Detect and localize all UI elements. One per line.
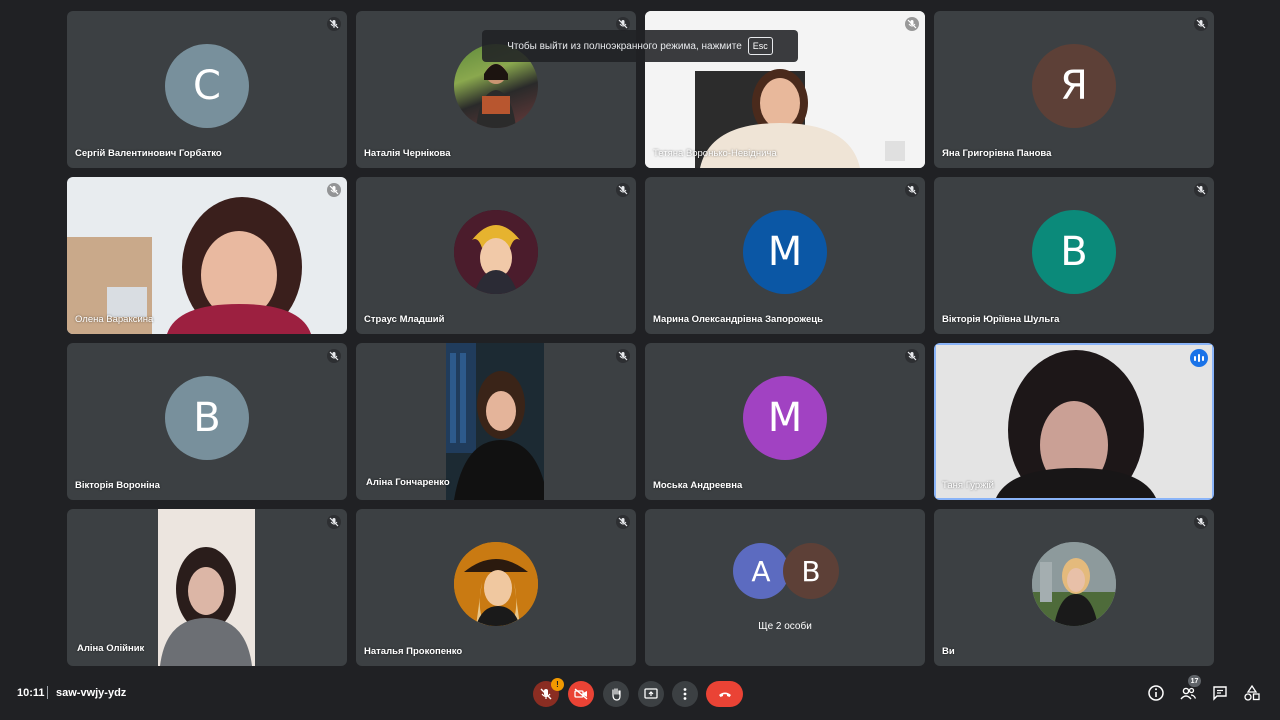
participant-name: Вікторія Вороніна: [75, 480, 160, 491]
chat-icon: [1213, 686, 1227, 701]
participant-name: Аліна Олійник: [77, 643, 145, 654]
participant-video: [936, 345, 1212, 498]
participant-name: Моська Андреевна: [653, 480, 743, 491]
participant-tile[interactable]: С Сергій Валентинович Горбатко: [67, 11, 347, 168]
mic-off-icon: [905, 17, 919, 31]
avatar: В: [165, 375, 249, 460]
participant-tile-speaking[interactable]: Таня Гуржій: [934, 343, 1214, 500]
participant-name: Страус Младший: [364, 314, 445, 325]
divider: [47, 686, 48, 699]
mic-off-icon: [616, 515, 630, 529]
more-vert-icon: [683, 688, 687, 700]
mic-warning-badge: !: [551, 678, 564, 691]
hand-icon: [612, 688, 621, 701]
info-icon: [1148, 685, 1164, 701]
chat-button[interactable]: [1211, 684, 1229, 702]
participant-name: Марина Олександрівна Запорожець: [653, 314, 823, 325]
camera-off-icon: [574, 688, 588, 700]
participant-tile[interactable]: М Марина Олександрівна Запорожець: [645, 177, 925, 334]
mic-off-icon: [905, 349, 919, 363]
avatar-photo: [1032, 541, 1116, 626]
mic-off-icon: [1194, 17, 1208, 31]
participant-tile[interactable]: М Моська Андреевна: [645, 343, 925, 500]
participant-name: Вікторія Юріївна Шульга: [942, 314, 1060, 325]
leave-call-button[interactable]: [706, 681, 743, 707]
camera-toggle-button[interactable]: [568, 681, 594, 707]
raise-hand-button[interactable]: [603, 681, 629, 707]
participant-tile[interactable]: Страус Младший: [356, 177, 636, 334]
participants-count-badge: 17: [1188, 675, 1201, 687]
participant-tile[interactable]: Аліна Олійник: [67, 509, 347, 666]
participant-tile[interactable]: В Вікторія Вороніна: [67, 343, 347, 500]
meeting-code: saw-vwjy-ydz: [56, 687, 127, 699]
avatar: М: [743, 375, 827, 460]
mic-off-icon: [1194, 183, 1208, 197]
participant-name: Аліна Гончаренко: [366, 477, 450, 488]
avatar: А: [733, 543, 789, 599]
mic-off-icon: [905, 183, 919, 197]
clock: 10:11: [17, 687, 45, 699]
esc-key: Esc: [747, 37, 773, 55]
self-tile[interactable]: Ви: [934, 509, 1214, 666]
participant-name: Тетяна Воронько-Невіднича: [653, 148, 777, 159]
mic-off-icon: [616, 17, 630, 31]
activities-icon: [1244, 684, 1260, 701]
participant-name: Таня Гуржій: [942, 480, 994, 491]
fullscreen-exit-tooltip: Чтобы выйти из полноэкранного режима, на…: [482, 30, 798, 62]
participant-video: [446, 343, 544, 500]
avatar: М: [743, 209, 827, 294]
others-label: Ще 2 особи: [758, 621, 812, 632]
participant-tile[interactable]: В Вікторія Юріївна Шульга: [934, 177, 1214, 334]
mic-off-icon: [327, 183, 341, 197]
present-icon: [644, 688, 658, 699]
avatar: В: [1032, 209, 1116, 294]
avatar: С: [165, 43, 249, 128]
mic-off-icon: [616, 183, 630, 197]
participant-tile[interactable]: Наталья Прокопенко: [356, 509, 636, 666]
meeting-details-button[interactable]: [1147, 684, 1165, 702]
avatar-photo: [454, 541, 538, 626]
participant-name: Наталія Чернікова: [364, 148, 451, 159]
bottom-bar: 10:11 saw-vwjy-ydz ! 17: [0, 670, 1280, 720]
participant-video: [67, 177, 347, 334]
avatar: В: [783, 543, 839, 599]
present-screen-button[interactable]: [638, 681, 664, 707]
participant-video: [158, 509, 255, 666]
participant-tile[interactable]: Олена Вараксина: [67, 177, 347, 334]
participant-name: Ви: [942, 646, 955, 657]
avatar: Я: [1032, 43, 1116, 128]
participant-name: Наталья Прокопенко: [364, 646, 463, 657]
participant-name: Яна Григорівна Панова: [942, 148, 1052, 159]
mic-off-icon: [327, 349, 341, 363]
participant-tile[interactable]: Аліна Гончаренко: [356, 343, 636, 500]
mic-off-icon: [327, 515, 341, 529]
end-call-icon: [718, 692, 731, 697]
avatar-photo: [454, 209, 538, 294]
mic-off-icon: [327, 17, 341, 31]
more-options-button[interactable]: [672, 681, 698, 707]
mic-off-icon: [1194, 515, 1208, 529]
participant-tile[interactable]: Я Яна Григорівна Панова: [934, 11, 1214, 168]
tooltip-text: Чтобы выйти из полноэкранного режима, на…: [507, 40, 742, 52]
speaking-indicator-icon: [1190, 349, 1208, 367]
activities-button[interactable]: [1243, 684, 1261, 702]
mic-off-icon: [616, 349, 630, 363]
others-tile[interactable]: А В Ще 2 особи: [645, 509, 925, 666]
participant-name: Сергій Валентинович Горбатко: [75, 148, 222, 159]
participant-name: Олена Вараксина: [75, 314, 154, 325]
